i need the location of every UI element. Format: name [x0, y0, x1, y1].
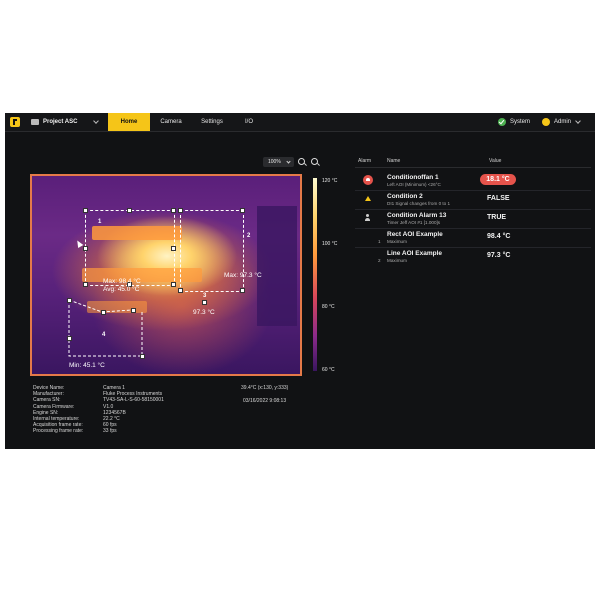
zoom-select[interactable]: 100% [263, 157, 294, 167]
user-label: Admin [554, 119, 572, 125]
row-value: TRUE [487, 214, 507, 221]
app-logo-icon [10, 117, 20, 127]
scale-label-80: 80 °C [322, 304, 335, 310]
zoom-value: 100% [268, 159, 281, 165]
user-menu[interactable]: Admin [542, 113, 581, 131]
info-label: Processing frame rate: [33, 428, 84, 435]
info-value: TV43-SA-L-S-60-58150001 [103, 397, 164, 404]
user-avatar-icon [542, 118, 550, 126]
aoi-row[interactable]: 2 Line AOI Example Maximum 97.3 °C [355, 247, 591, 266]
row-index: 2 [378, 258, 381, 263]
tab-camera[interactable]: Camera [152, 113, 190, 131]
chevron-down-icon [286, 159, 291, 164]
tab-settings[interactable]: Settings [192, 113, 232, 131]
row-value: FALSE [487, 195, 510, 202]
row-subtitle: Left AOI (Minimum) <26°C [387, 182, 441, 187]
header-alarm: Alarm [358, 158, 372, 164]
bell-icon [365, 196, 371, 201]
aoi-handle[interactable] [67, 336, 72, 341]
aoi-label-4: 4 [102, 332, 106, 338]
aoi-handle[interactable] [67, 298, 72, 303]
row-name: Line AOI Example [387, 250, 443, 257]
scale-label-100: 100 °C [322, 241, 338, 247]
row-value-alarm: 18.1 °C [480, 174, 516, 185]
row-subtitle: Maximum [387, 239, 407, 244]
row-subtitle: Timer Jeff AOI #1 [1.000]s [387, 220, 441, 225]
thermal-image[interactable]: 1 Max: 98.4 °C Avg: 45.0 °C 2 Max: 97.3 … [30, 174, 302, 376]
aoi-row[interactable]: 1 Rect AOI Example Maximum 98.4 °C [355, 228, 591, 248]
alarm-table-header: Alarm Name Value [355, 153, 591, 168]
device-info-values: Camera 1 Fluke Process Instruments TV43-… [103, 385, 164, 435]
folder-icon [31, 119, 39, 125]
alarm-panel: Alarm Name Value Conditionoffan 1 Left A… [355, 153, 591, 303]
zoom-in-icon[interactable] [298, 158, 305, 165]
aoi-handle[interactable] [131, 308, 136, 313]
scale-label-60: 60 °C [322, 367, 335, 373]
aoi-handle[interactable] [101, 310, 106, 315]
chevron-down-icon [575, 118, 581, 124]
timestamp: 03/16/2022 9:08:13 [243, 398, 287, 404]
top-navigation-bar: Project ASC Home Camera Settings I/O Sys… [5, 113, 595, 132]
color-scale-bar [313, 178, 317, 371]
alarm-row[interactable]: Conditionoffan 1 Left AOI (Minimum) <26°… [355, 171, 591, 191]
device-info-labels: Device Name: Manufacturer: Camera SN: Ca… [33, 385, 83, 435]
aoi-handle[interactable] [140, 354, 145, 359]
tab-io[interactable]: I/O [234, 113, 264, 131]
system-label: System [510, 119, 531, 125]
project-selector[interactable]: Project ASC [31, 113, 77, 131]
row-name: Condition Alarm 13 [387, 212, 447, 219]
row-index: 1 [378, 239, 381, 244]
check-circle-icon [498, 118, 506, 126]
row-subtitle: DI1 Signal changes from 0 to 1 [387, 201, 451, 206]
row-name: Condition 2 [387, 193, 423, 200]
header-value: Value [489, 158, 502, 164]
alarm-row[interactable]: Condition Alarm 13 Timer Jeff AOI #1 [1.… [355, 209, 591, 229]
project-label: Project ASC [43, 119, 78, 125]
tab-home[interactable]: Home [108, 113, 150, 131]
alarm-row[interactable]: Condition 2 DI1 Signal changes from 0 to… [355, 190, 591, 210]
aoi-polygon-4[interactable] [32, 176, 302, 376]
alarm-alert-icon [363, 175, 373, 185]
row-name: Conditionoffan 1 [387, 174, 439, 181]
scale-label-max: 120 °C [322, 178, 338, 184]
row-value: 98.4 °C [487, 233, 511, 240]
system-status[interactable]: System [498, 113, 530, 131]
header-name: Name [387, 158, 401, 164]
row-name: Rect AOI Example [387, 231, 443, 238]
app-window: Project ASC Home Camera Settings I/O Sys… [5, 113, 595, 449]
chevron-down-icon[interactable] [93, 118, 99, 124]
cursor-readout: 39.4°C (x:130, y:333) [241, 385, 289, 391]
person-icon [363, 213, 373, 223]
min-readout: Min: 45.1 °C [69, 362, 105, 369]
row-value: 97.3 °C [487, 252, 511, 259]
info-value: 33 fps [103, 428, 117, 435]
row-subtitle: Maximum [387, 258, 407, 263]
zoom-out-icon[interactable] [311, 158, 318, 165]
